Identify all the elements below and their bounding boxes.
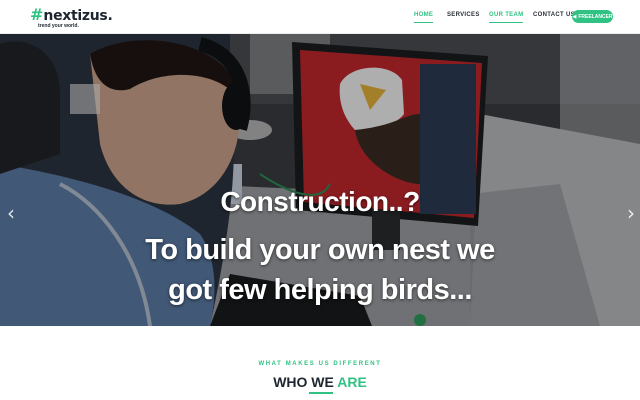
brand-hash-mark: #	[30, 5, 44, 24]
nav-our-team[interactable]: OUR TEAM	[489, 12, 524, 23]
nav-services-label: SERVICES	[447, 12, 480, 18]
section-title-main: WHO WE	[273, 374, 338, 390]
section-title-underline	[309, 392, 333, 394]
brand-name: nextizus.	[43, 8, 113, 24]
hero-heading-line-2: got few helping birds...	[168, 274, 472, 306]
section-title-accent: ARE	[337, 374, 367, 390]
slider-next-arrow-icon[interactable]: ›	[625, 202, 637, 224]
section-eyebrow: WHAT MAKES US DIFFERENT	[258, 361, 382, 367]
freelancer-button[interactable]: ◀ FREELANCER	[572, 10, 613, 23]
nav-home[interactable]: HOME	[414, 12, 434, 23]
nav-home-label: HOME	[414, 12, 434, 18]
nav-contact-us-label: CONTACT US	[533, 12, 575, 18]
about-section: WHAT MAKES US DIFFERENT WHO WE ARE	[0, 326, 640, 400]
hero-heading-line-1: To build your own nest we	[145, 234, 495, 266]
brand-tagline: trend your world.	[38, 23, 79, 29]
hero-heading-question: Construction..?	[220, 186, 420, 217]
nav-our-team-underline	[489, 22, 524, 23]
nav-home-underline	[414, 22, 434, 23]
freelancer-button-label: FREELANCER	[578, 13, 613, 20]
hero-slider: Construction..? To build your own nest w…	[0, 34, 640, 326]
nav-our-team-label: OUR TEAM	[489, 12, 524, 18]
section-title: WHO WE ARE	[0, 374, 640, 390]
nav-contact-us[interactable]: CONTACT US	[533, 12, 575, 18]
brand-logo[interactable]: #nextizus. trend your world.	[30, 5, 113, 29]
nav-services[interactable]: SERVICES	[447, 12, 480, 18]
megaphone-icon: ◀	[572, 13, 577, 20]
slider-prev-arrow-icon[interactable]: ‹	[5, 202, 17, 224]
site-header: #nextizus. trend your world. HOME SERVIC…	[0, 0, 640, 34]
